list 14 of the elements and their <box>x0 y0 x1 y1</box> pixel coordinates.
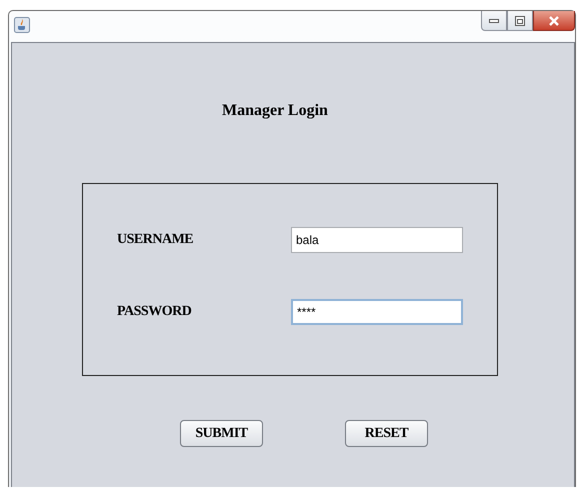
username-field[interactable]: bala <box>291 227 463 253</box>
maximize-button[interactable] <box>507 11 533 31</box>
reset-button[interactable]: RESET <box>345 420 428 447</box>
field-label: USERNAME <box>117 232 194 248</box>
submit-button[interactable]: SUBMIT <box>180 420 263 447</box>
minimize-icon <box>489 18 499 24</box>
password-field[interactable]: **** <box>291 299 463 325</box>
close-button[interactable] <box>533 11 575 31</box>
maximize-icon <box>515 16 525 26</box>
form-heading: Manager Login <box>222 102 328 120</box>
minimize-button[interactable] <box>481 11 507 31</box>
cup-icon <box>14 17 30 33</box>
close-icon <box>548 16 560 26</box>
field-label: PASSWORD <box>117 304 192 320</box>
